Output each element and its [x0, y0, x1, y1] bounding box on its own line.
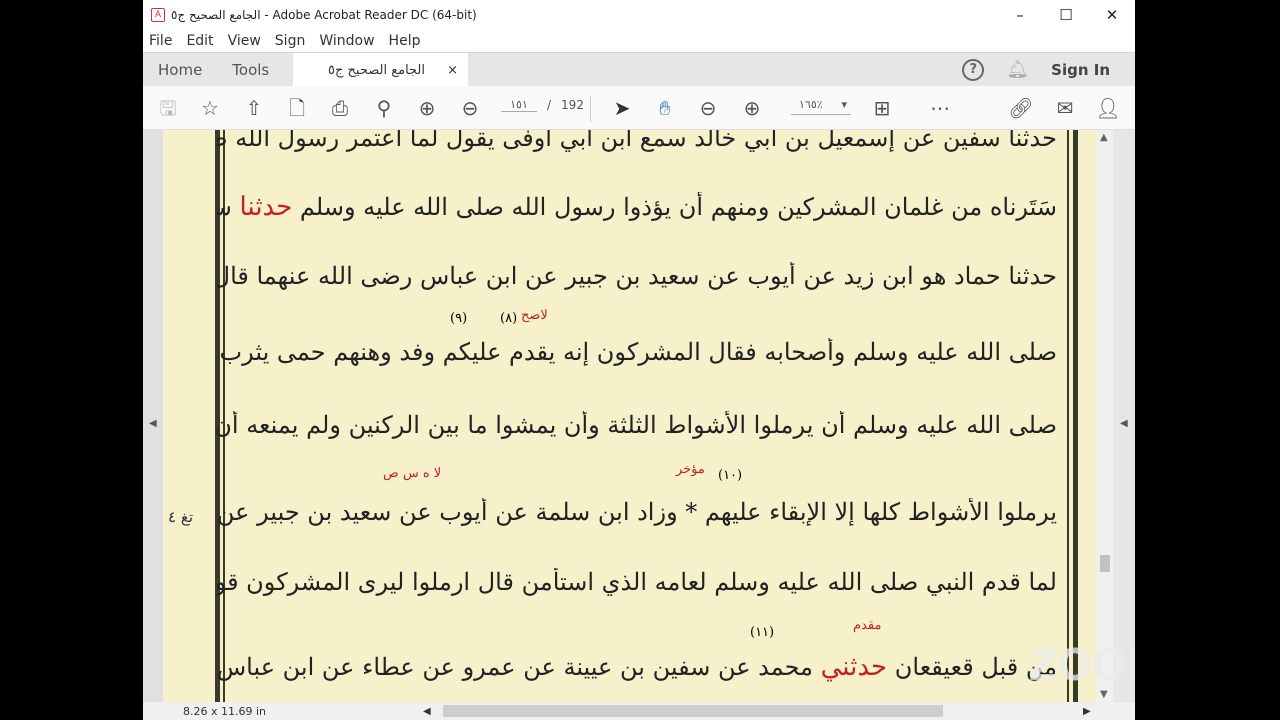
text-line: يرملوا الأشواط كلها إلا الإبقاء عليهم * …: [217, 498, 1057, 526]
previous-page-icon[interactable]: ⊕: [414, 96, 440, 120]
annotation-number: (٨): [500, 311, 518, 326]
text-line: من قبل قعيقعان حدثني محمد عن سفين بن عيي…: [217, 652, 1057, 682]
cloud-upload-icon[interactable]: ⇧: [241, 96, 267, 120]
annotation-red: مؤخر: [676, 462, 705, 477]
annotation-number: (١١): [750, 625, 775, 640]
red-heading: حدثنا: [239, 192, 293, 222]
email-icon[interactable]: ✉: [1052, 96, 1078, 120]
annotation-number: (٩): [450, 311, 468, 326]
text-line: لما قدم النبي صلى الله عليه وسلم لعامه ا…: [217, 568, 1057, 596]
page-total: 192: [561, 98, 584, 112]
text-segment: سَتَرناه من غلمان المشركين ومنهم أن يؤذو…: [299, 193, 1057, 221]
margin-note: تغ ٤: [168, 508, 193, 526]
sign-in-button[interactable]: Sign In: [1051, 61, 1110, 79]
help-icon[interactable]: ?: [962, 58, 985, 81]
chevron-down-icon: ▾: [841, 98, 847, 111]
print-icon[interactable]: ⎙: [327, 96, 353, 120]
close-button[interactable]: ✕: [1089, 6, 1135, 24]
page-separator: /: [547, 98, 552, 112]
left-panel-toggle[interactable]: ◀: [143, 130, 163, 702]
zoom-level-dropdown[interactable]: ١٦٥٪ ▾: [791, 98, 851, 115]
scroll-left-icon[interactable]: ◀: [423, 706, 431, 717]
text-segment: محمد عن سفين بن عيينة عن عمرو عن عطاء عن…: [217, 653, 813, 681]
acrobat-window: A الجامع الصحيح ج٥ - Adobe Acrobat Reade…: [143, 0, 1135, 720]
bookmark-star-icon[interactable]: ☆: [197, 96, 223, 120]
menu-view[interactable]: View: [228, 33, 261, 49]
horizontal-scrollbar-thumb[interactable]: [443, 705, 943, 717]
toolbar: 🖫 ☆ ⇧ 🗋 ⎙ ⚲ ⊕ ⊖ / 192 ➤ ✋︎ ⊖ ⊕ ١٦٥٪ ▾ ⊞ …: [143, 86, 1135, 130]
share-link-icon[interactable]: 🔗︎: [1008, 96, 1034, 120]
page-size: 8.26 x 11.69 in: [183, 704, 267, 718]
zoom-watermark-logo: zoom: [1028, 626, 1135, 693]
text-line: سَتَرناه من غلمان المشركين ومنهم أن يؤذو…: [217, 192, 1057, 222]
menu-sign[interactable]: Sign: [275, 33, 306, 49]
zoom-out-icon[interactable]: ⊖: [695, 96, 721, 120]
text-line: صلى الله عليه وسلم أن يرملوا الأشواط الث…: [217, 411, 1057, 439]
annotation-red: مقدم: [853, 618, 882, 633]
zoom-level-value: ١٦٥٪: [799, 98, 823, 111]
menu-window[interactable]: Window: [319, 33, 374, 49]
tab-document-label: الجامع الصحيح ج٥: [328, 62, 426, 78]
more-tools-icon[interactable]: ⋯: [927, 96, 953, 120]
notification-bell-icon[interactable]: 🔔︎: [1006, 59, 1029, 80]
save-icon[interactable]: 🖫: [155, 96, 181, 120]
tab-tools[interactable]: Tools: [217, 61, 284, 79]
vertical-scrollbar[interactable]: ▲ ▼: [1097, 130, 1113, 702]
page-border-right: [1073, 130, 1078, 702]
minimize-button[interactable]: –: [997, 6, 1043, 24]
red-heading: حدثني: [820, 652, 888, 682]
window-title: الجامع الصحيح ج٥ - Adobe Acrobat Reader …: [171, 8, 477, 22]
right-panel-toggle[interactable]: ◀: [1113, 130, 1135, 702]
fit-page-icon[interactable]: ⊞: [869, 96, 895, 120]
text-segment: سليمن بن حرب: [217, 193, 232, 221]
annotation-red: لاصح: [521, 308, 548, 323]
document-viewport[interactable]: ◀ حدثنا سفين عن إسمعيل بن أبي خالد سمع ا…: [143, 130, 1135, 702]
pdf-app-icon: A: [151, 8, 165, 22]
scrollbar-thumb[interactable]: [1100, 555, 1110, 572]
page-navigator: / 192: [501, 98, 584, 112]
expand-right-icon: ◀: [1120, 418, 1128, 429]
scroll-right-icon[interactable]: ▶: [1083, 706, 1091, 717]
add-user-icon[interactable]: 👤︎: [1095, 96, 1121, 120]
hand-tool-icon[interactable]: ✋︎: [652, 96, 678, 120]
menu-bar: File Edit View Sign Window Help: [143, 30, 1135, 52]
scroll-up-icon[interactable]: ▲: [1100, 132, 1108, 143]
tab-document[interactable]: الجامع الصحيح ج٥ ×: [293, 53, 468, 87]
page-number-input[interactable]: [501, 98, 537, 112]
tab-home[interactable]: Home: [143, 61, 217, 79]
protect-file-icon[interactable]: 🗋: [284, 96, 310, 120]
status-bar: 8.26 x 11.69 in ◀ ▶: [143, 702, 1135, 720]
title-bar: A الجامع الصحيح ج٥ - Adobe Acrobat Reade…: [143, 0, 1135, 30]
pdf-page: حدثنا سفين عن إسمعيل بن أبي خالد سمع ابن…: [163, 130, 1097, 702]
maximize-button[interactable]: ☐: [1043, 6, 1089, 24]
menu-file[interactable]: File: [149, 33, 172, 49]
expand-left-icon: ◀: [149, 418, 157, 429]
search-icon[interactable]: ⚲: [371, 96, 397, 120]
text-line: حدثنا سفين عن إسمعيل بن أبي خالد سمع ابن…: [217, 130, 1057, 152]
zoom-in-icon[interactable]: ⊕: [739, 96, 765, 120]
text-line: صلى الله عليه وسلم وأصحابه فقال المشركون…: [217, 338, 1057, 366]
page-border-right-inner: [1067, 130, 1069, 702]
menu-help[interactable]: Help: [389, 33, 421, 49]
toolbar-divider: [590, 96, 591, 122]
menu-edit[interactable]: Edit: [186, 33, 213, 49]
annotation-number: (١٠): [718, 468, 743, 483]
annotation-red: لا ه س ص: [383, 466, 442, 481]
text-line: حدثنا حماد هو ابن زيد عن أيوب عن سعيد بن…: [217, 262, 1057, 290]
tab-close-icon[interactable]: ×: [447, 63, 458, 78]
next-page-icon[interactable]: ⊖: [457, 96, 483, 120]
select-cursor-icon[interactable]: ➤: [609, 96, 635, 120]
tab-bar: Home Tools الجامع الصحيح ج٥ × ? 🔔︎ Sign …: [143, 52, 1135, 87]
